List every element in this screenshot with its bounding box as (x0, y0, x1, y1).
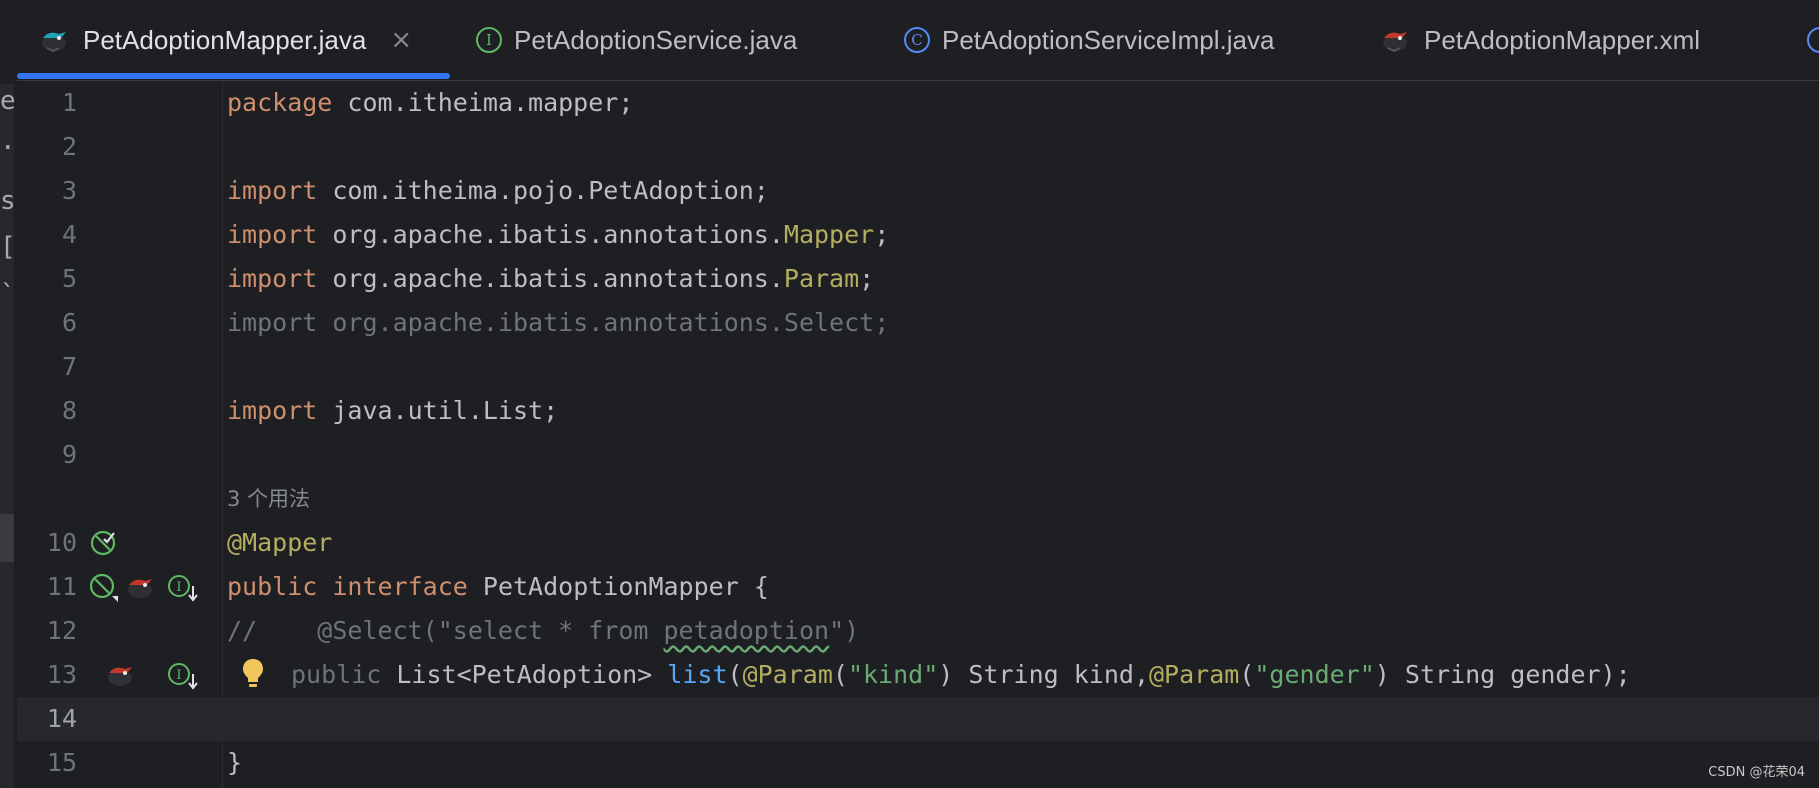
code-line-3[interactable]: 3 import com.itheima.pojo.PetAdoption; (17, 169, 1819, 213)
spring-bean-icon[interactable] (88, 528, 118, 558)
tab-label: PetAdoptionService.java (514, 24, 798, 55)
code-editor[interactable]: 1 package com.itheima.mapper; 2 3 import… (17, 81, 1819, 788)
mybatis-xml-icon (1383, 32, 1407, 53)
watermark: CSDN @花荣04 (1708, 765, 1805, 780)
code-text[interactable]: } (227, 741, 242, 785)
code-text[interactable]: @Mapper (227, 521, 332, 565)
unused-import-text[interactable]: import org.apache.ibatis.annotations.Sel… (227, 301, 889, 345)
tab-overflow-partial[interactable] (1807, 0, 1819, 80)
line-number: 1 (61, 88, 77, 117)
code-line-5[interactable]: 5 import org.apache.ibatis.annotations.P… (17, 257, 1819, 301)
line-number: 15 (46, 748, 77, 777)
panel-text-fragment: ` (0, 280, 16, 310)
code-text[interactable]: public interface PetAdoptionMapper { (227, 565, 769, 609)
line-number: 4 (61, 220, 77, 249)
code-line-2[interactable]: 2 (17, 125, 1819, 169)
class-icon: C (904, 27, 930, 53)
panel-text-fragment: et (0, 86, 17, 116)
svg-text:I: I (176, 580, 181, 595)
usages-hint[interactable]: 3 个用法 (227, 477, 310, 521)
code-line-8[interactable]: 8 import java.util.List; (17, 389, 1819, 433)
mybatis-navigate-icon[interactable] (125, 572, 157, 602)
tab-label: PetAdoptionServiceImpl.java (942, 24, 1275, 55)
code-line-6[interactable]: 6 import org.apache.ibatis.annotations.S… (17, 301, 1819, 345)
close-icon[interactable]: × (390, 25, 412, 55)
code-line-10[interactable]: 10 @Mapper (17, 521, 1819, 565)
editor-tab-bar: PetAdoptionMapper.java × I PetAdoptionSe… (17, 0, 1819, 81)
tab-petadoptionservice-java[interactable]: I PetAdoptionService.java (476, 0, 797, 80)
panel-selected-row (0, 514, 14, 562)
code-text[interactable]: package com.itheima.mapper; (227, 81, 633, 125)
code-text[interactable]: import org.apache.ibatis.annotations.Par… (227, 257, 874, 301)
code-text[interactable]: import com.itheima.pojo.PetAdoption; (227, 169, 769, 213)
mybatis-navigate-icon[interactable] (105, 660, 137, 690)
code-line-4[interactable]: 4 import org.apache.ibatis.annotations.M… (17, 213, 1819, 257)
interface-icon: I (476, 27, 502, 53)
code-line-13[interactable]: 13 I public List<PetAdoption> list(@Para… (17, 653, 1819, 697)
lightbulb-icon[interactable] (241, 657, 265, 691)
project-panel-edge: et . s [ ` (0, 0, 17, 788)
line-number: 7 (61, 352, 77, 381)
code-line-15[interactable]: 15 } (17, 741, 1819, 785)
code-line-12[interactable]: 12 // @Select("select * from petadoption… (17, 609, 1819, 653)
line-number: 12 (46, 616, 77, 645)
code-line-14-current[interactable]: 14 (17, 697, 1819, 741)
tab-label: PetAdoptionMapper.xml (1424, 24, 1701, 55)
active-tab-indicator (17, 73, 450, 79)
code-text[interactable]: public List<PetAdoption> list(@Param("ki… (291, 653, 1631, 697)
implemented-interface-icon[interactable]: I (165, 660, 201, 692)
line-number: 3 (61, 176, 77, 205)
code-line-1[interactable]: 1 package com.itheima.mapper; (17, 81, 1819, 125)
code-line-7[interactable]: 7 (17, 345, 1819, 389)
class-icon (1807, 27, 1819, 53)
panel-text-fragment: s (0, 186, 16, 216)
line-number: 14 (46, 704, 77, 733)
tab-petadoptionmapper-xml[interactable]: PetAdoptionMapper.xml (1380, 0, 1700, 80)
tab-petadoptionmapper-java[interactable]: PetAdoptionMapper.java × (39, 0, 412, 80)
code-text[interactable]: import java.util.List; (227, 389, 558, 433)
line-number: 8 (61, 396, 77, 425)
usages-inlay-row: 3 个用法 (17, 477, 1819, 521)
panel-text-fragment: [ (0, 232, 16, 262)
line-number: 5 (61, 264, 77, 293)
line-number: 6 (61, 308, 77, 337)
line-number: 9 (61, 440, 77, 469)
spring-bean-icon[interactable] (88, 572, 120, 604)
mybatis-mapper-icon (42, 32, 66, 53)
code-text[interactable]: import org.apache.ibatis.annotations.Map… (227, 213, 889, 257)
comment-text[interactable]: // @Select("select * from petadoption") (227, 609, 859, 653)
panel-text-fragment: . (0, 126, 16, 156)
implemented-interface-icon[interactable]: I (165, 572, 201, 604)
line-number: 2 (61, 132, 77, 161)
code-line-9[interactable]: 9 (17, 433, 1819, 477)
line-number: 11 (46, 572, 77, 601)
line-number: 13 (46, 660, 77, 689)
tab-label: PetAdoptionMapper.java (83, 24, 367, 55)
line-number: 10 (46, 528, 77, 557)
code-line-11[interactable]: 11 I public interface PetAdoptionMapper … (17, 565, 1819, 609)
tab-petadoptionserviceimpl-java[interactable]: C PetAdoptionServiceImpl.java (904, 0, 1274, 80)
svg-text:I: I (176, 668, 181, 683)
